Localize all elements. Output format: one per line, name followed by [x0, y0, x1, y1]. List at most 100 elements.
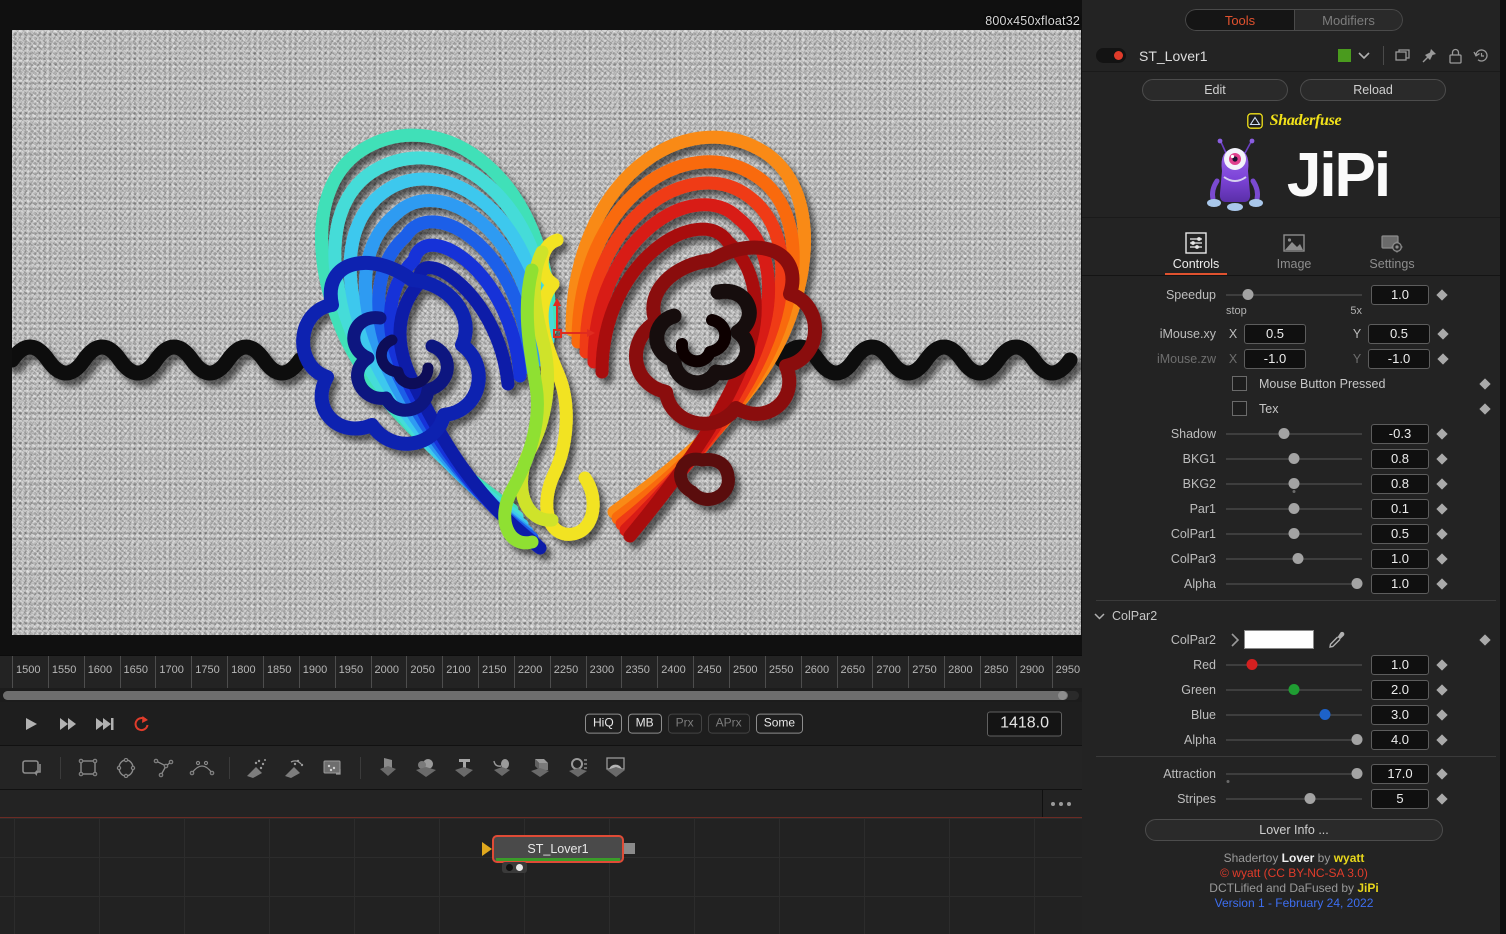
quality-button-prx[interactable]: Prx	[667, 713, 702, 734]
timeline-scrollbar-thumb[interactable]	[3, 690, 1069, 700]
3d-cube-icon[interactable]	[521, 751, 559, 785]
node-graph-overflow-menu-icon[interactable]	[1040, 790, 1082, 818]
tab-tools[interactable]: Tools	[1185, 9, 1294, 31]
chevron-right-icon[interactable]	[1230, 632, 1240, 647]
3d-plane-icon[interactable]	[369, 751, 407, 785]
slider-track[interactable]	[1226, 433, 1362, 435]
image-viewer[interactable]: 800x450xfloat32	[0, 0, 1082, 655]
chevron-down-icon[interactable]	[1351, 43, 1377, 69]
slider-blue[interactable]	[1226, 702, 1362, 727]
checkbox-mouse-button-pressed[interactable]	[1232, 376, 1247, 391]
node-enable-toggle[interactable]	[1096, 48, 1126, 63]
3d-shapes-icon[interactable]	[407, 751, 445, 785]
value-field-par1[interactable]: 0.1	[1371, 498, 1429, 519]
slider-knob[interactable]	[1246, 659, 1258, 670]
slider-stripes[interactable]	[1226, 786, 1362, 811]
particle-bounce-icon[interactable]	[276, 751, 314, 785]
slider-alpha2[interactable]	[1226, 727, 1363, 752]
slider-knob[interactable]	[1304, 793, 1316, 804]
value-field-bkg1[interactable]: 0.8	[1371, 448, 1429, 469]
slider-knob[interactable]	[1288, 503, 1300, 514]
keyframe-button-par1[interactable]	[1429, 502, 1455, 515]
keyframe-button-red[interactable]	[1429, 658, 1455, 671]
lock-icon[interactable]	[1442, 43, 1468, 69]
value-field-shadow[interactable]: -0.3	[1371, 423, 1429, 444]
tab-controls[interactable]: Controls	[1161, 232, 1231, 275]
keyframe-button-shadow[interactable]	[1429, 427, 1455, 440]
slider-knob[interactable]	[1288, 684, 1300, 695]
3d-light-icon[interactable]	[559, 751, 597, 785]
value-field-green[interactable]: 2.0	[1371, 679, 1429, 700]
keyframe-button-blue[interactable]	[1429, 708, 1455, 721]
slider-knob[interactable]	[1319, 709, 1331, 720]
timeline-ruler[interactable]: 1500 1550 1600 1650 1700 1750 1800 1850 1900 1950…	[0, 655, 1082, 688]
value-field-blue[interactable]: 3.0	[1371, 704, 1429, 725]
polygon-mask-icon[interactable]	[145, 751, 183, 785]
node-output-handle[interactable]	[624, 843, 635, 854]
keyframe-button-green[interactable]	[1429, 683, 1455, 696]
slider-track[interactable]	[1226, 714, 1362, 716]
value-field-speedup[interactable]: 1.0	[1371, 284, 1429, 305]
slider-track[interactable]	[1226, 739, 1362, 741]
keyframe-button-imouse-zw[interactable]	[1430, 352, 1456, 365]
slider-knob[interactable]	[1278, 428, 1290, 439]
value-field-imouse-xy-x[interactable]: 0.5	[1244, 323, 1306, 344]
eyedropper-icon[interactable]	[1328, 631, 1346, 649]
slider-colpar3[interactable]	[1226, 546, 1362, 571]
slider-colpar1[interactable]	[1226, 521, 1362, 546]
bspline-mask-icon[interactable]	[183, 751, 221, 785]
reload-button[interactable]: Reload	[1300, 79, 1446, 101]
value-field-imouse-zw-y[interactable]: -1.0	[1368, 348, 1430, 369]
loop-button[interactable]	[127, 709, 157, 739]
slider-attraction[interactable]	[1226, 761, 1363, 786]
keyframe-button-colpar2[interactable]	[1472, 633, 1498, 646]
value-field-red[interactable]: 1.0	[1371, 654, 1429, 675]
3d-render-icon[interactable]	[597, 751, 635, 785]
rectangle-mask-icon[interactable]	[69, 751, 107, 785]
keyframe-button-alpha1[interactable]	[1429, 577, 1455, 590]
quality-button-mb[interactable]: MB	[627, 713, 662, 734]
value-field-colpar3[interactable]: 1.0	[1371, 548, 1429, 569]
slider-track[interactable]	[1226, 773, 1362, 775]
particle-emitter-icon[interactable]	[238, 751, 276, 785]
keyframe-button-attraction[interactable]	[1429, 767, 1455, 780]
copy-icon[interactable]	[1390, 43, 1416, 69]
keyframe-button-mouse-button-pressed[interactable]	[1472, 377, 1498, 390]
particle-render-icon[interactable]	[314, 751, 352, 785]
tab-settings[interactable]: Settings	[1357, 232, 1427, 275]
tab-image[interactable]: Image	[1259, 232, 1329, 275]
keyframe-button-bkg1[interactable]	[1429, 452, 1455, 465]
value-field-colpar1[interactable]: 0.5	[1371, 523, 1429, 544]
checkbox-tex[interactable]	[1232, 401, 1247, 416]
node-status-badge[interactable]	[502, 862, 527, 873]
tab-modifiers[interactable]: Modifiers	[1294, 9, 1403, 31]
value-field-imouse-xy-y[interactable]: 0.5	[1368, 323, 1430, 344]
keyframe-button-stripes[interactable]	[1429, 792, 1455, 805]
keyframe-button-colpar3[interactable]	[1429, 552, 1455, 565]
quality-button-aprx[interactable]: APrx	[707, 713, 750, 734]
node-input-arrow[interactable]	[482, 842, 492, 856]
slider-knob[interactable]	[1242, 289, 1254, 300]
value-field-bkg2[interactable]: 0.8	[1371, 473, 1429, 494]
slider-shadow[interactable]	[1226, 421, 1362, 446]
ellipse-mask-icon[interactable]	[107, 751, 145, 785]
slider-knob[interactable]	[1288, 453, 1300, 464]
slider-knob[interactable]	[1288, 528, 1300, 539]
quality-button-hiq[interactable]: HiQ	[585, 713, 622, 734]
slider-knob[interactable]	[1288, 478, 1300, 489]
keyframe-button-tex[interactable]	[1472, 402, 1498, 415]
timeline-scrollbar[interactable]	[0, 688, 1082, 702]
group-header-colpar2[interactable]: ColPar2	[1082, 605, 1506, 627]
current-frame-field[interactable]: 1418.0	[987, 711, 1062, 736]
3d-particle-icon[interactable]	[483, 751, 521, 785]
slider-alpha1[interactable]	[1226, 571, 1363, 596]
color-swatch-colpar2[interactable]	[1244, 630, 1314, 649]
play-button[interactable]	[16, 709, 46, 739]
node-color-swatch[interactable]	[1338, 49, 1351, 62]
edit-button[interactable]: Edit	[1142, 79, 1288, 101]
quality-button-some[interactable]: Some	[755, 713, 804, 734]
node-st-lover1[interactable]: ST_Lover1	[492, 835, 624, 863]
keyframe-button-colpar1[interactable]	[1429, 527, 1455, 540]
slider-bkg2[interactable]	[1226, 471, 1362, 496]
slider-knob[interactable]	[1292, 553, 1304, 564]
